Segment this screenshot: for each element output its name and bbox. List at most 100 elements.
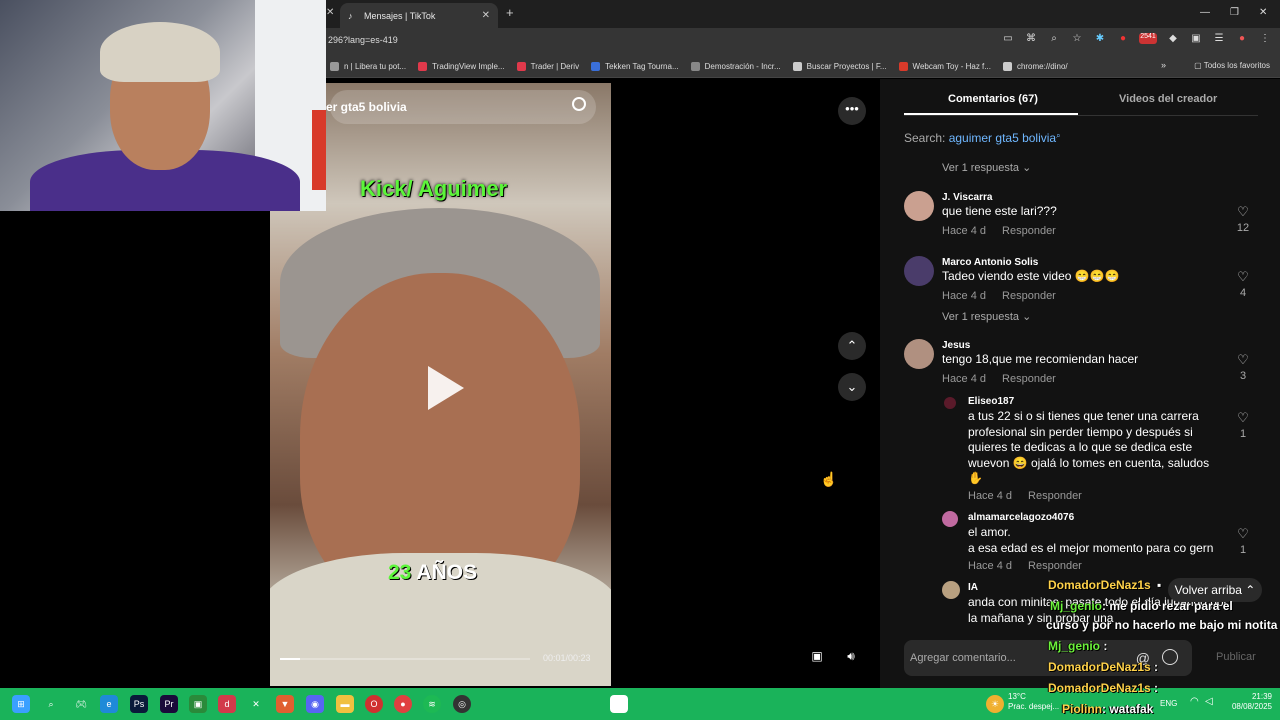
comments-list: Ver 1 respuesta ⌄ J. Viscarra que tiene … [880,155,1280,625]
progress-bar[interactable] [280,658,530,660]
extension-diamond-icon[interactable]: ◆ [1166,33,1180,44]
reply-button[interactable]: Responder [1002,373,1056,385]
volume-button[interactable]: 🔊︎ [840,645,862,667]
like-button[interactable]: ♡ 3 [1234,351,1252,382]
new-tab-button[interactable]: + [506,5,514,20]
video-search-query: er gta5 bolivia [326,100,407,114]
pip-button[interactable]: ▣ [806,645,828,667]
photoshop-icon[interactable]: Ps [130,695,148,713]
deriv-icon[interactable]: d [218,695,236,713]
app-icon[interactable] [610,695,628,713]
comment-username[interactable]: IA [968,582,978,593]
comment-username[interactable]: Eliseo187 [968,396,1014,407]
bookmark-item[interactable]: chrome://dino/ [1002,62,1068,71]
obs-icon[interactable]: ◎ [453,695,471,713]
bookmark-item[interactable]: n | Libera tu pot... [330,62,406,71]
avatar[interactable] [942,511,958,527]
bookmarks-overflow-icon[interactable]: » [1161,60,1166,70]
view-replies-link[interactable]: Ver 1 respuesta ⌄ [942,310,1031,323]
menu-icon[interactable]: ⋮ [1258,33,1272,44]
related-search[interactable]: Search: aguimer gta5 bolivia⌕ [904,131,1061,145]
search-icon[interactable] [572,97,586,111]
minimize-button[interactable]: — [1200,7,1210,18]
next-video-button[interactable]: ⌄ [838,373,866,401]
star-icon[interactable]: ☆ [1070,33,1084,44]
close-tab-icon[interactable]: ✕ [482,10,490,21]
chat-user: Mj_genio [1050,599,1103,613]
all-bookmarks-button[interactable]: ▢ Todos los favoritos [1194,61,1270,70]
search-keyword[interactable]: aguimer gta5 bolivia [949,131,1056,145]
bookmark-item[interactable]: Trader | Deriv [516,62,579,71]
comment-username[interactable]: Jesus [942,340,970,351]
reply-button[interactable]: Responder [1002,225,1056,237]
extension-badge[interactable]: 2541 [1139,33,1157,44]
comment-username[interactable]: J. Viscarra [942,192,992,203]
like-button[interactable]: ♡ 4 [1234,268,1252,299]
bookmark-item[interactable]: Demostración - Incr... [690,62,781,71]
bookmark-item[interactable]: TradingView Imple... [418,62,505,71]
url-field[interactable]: 296?lang=es-419 [328,35,398,45]
premiere-icon[interactable]: Pr [160,695,178,713]
close-window-button[interactable]: ✕ [1259,7,1267,18]
bookmark-label: chrome://dino/ [1016,62,1068,71]
opera-icon[interactable]: O [365,695,383,713]
comment-username[interactable]: Marco Antonio Solis [942,257,1038,268]
tab-creator-videos[interactable]: Videos del creador [1119,93,1217,105]
chat-user: Mj_genio [1048,639,1101,653]
play-icon[interactable] [428,366,464,410]
reply-button[interactable]: Responder [1028,490,1082,502]
store-icon[interactable]: ▣ [189,695,207,713]
comment-meta: Hace 4 d Responder [968,560,1082,572]
like-button[interactable]: ♡ 1 [1234,525,1252,556]
bookmark-item[interactable]: Webcam Toy - Haz f... [898,62,991,71]
extension-red-icon[interactable]: ● [1116,33,1130,44]
gamepad-icon[interactable]: 🎮︎ [72,695,90,713]
video-search-bar[interactable]: er gta5 bolivia [326,90,596,124]
extension-icon[interactable]: ✱ [1093,33,1107,44]
profile-avatar[interactable]: ● [1235,33,1249,44]
zoom-icon[interactable]: ⌕ [1047,33,1061,44]
edge-icon[interactable]: e [100,695,118,713]
translate-icon[interactable]: ⌘ [1024,33,1038,44]
avatar[interactable] [904,256,934,286]
previous-video-button[interactable]: ⌃ [838,332,866,360]
bookmark-label: Buscar Proyectos | F... [806,62,887,71]
reply-button[interactable]: Responder [1028,560,1082,572]
chat-text: : [1154,660,1159,674]
search-icon[interactable]: ⌕ [42,695,60,713]
weather-icon[interactable]: ☀ [986,695,1004,713]
capcut-icon[interactable]: ✕ [247,695,265,713]
bookmark-item[interactable]: Buscar Proyectos | F... [792,62,887,71]
reply-button[interactable]: Responder [1002,290,1056,302]
windows-start-icon[interactable]: ⊞ [12,695,30,713]
heart-icon: ♡ [1237,410,1249,425]
tab-comments[interactable]: Comentarios (67) [948,93,1038,105]
avatar[interactable] [942,581,960,599]
spotify-icon[interactable]: ≋ [423,695,441,713]
active-tab-underline [904,113,1078,115]
restore-button[interactable]: ❐ [1230,7,1239,18]
like-count: 4 [1239,287,1247,299]
sidebar-icon[interactable]: ☰ [1212,33,1226,44]
avatar[interactable] [944,397,956,409]
folder-icon[interactable]: ▬ [336,695,354,713]
puzzle-icon[interactable]: ▣ [1189,33,1203,44]
like-button[interactable]: ♡ 1 [1234,409,1252,440]
bookmark-item[interactable]: Tekken Tag Tourna... [591,62,679,71]
avatar[interactable] [904,339,934,369]
more-options-button[interactable]: ••• [838,97,866,125]
stream-chat-overlay: DomadorDeNaz1s ▪ Mj_genio: me pidio reza… [1040,576,1280,716]
cast-icon[interactable]: ▭ [1001,33,1015,44]
browser-tab-tiktok[interactable]: ♪ Mensajes | TikTok ✕ [340,3,498,28]
chrome-icon[interactable]: ● [394,695,412,713]
like-button[interactable]: ♡ 12 [1234,203,1252,234]
chat-text: : watafak [1102,702,1154,716]
brave-icon[interactable]: ▼ [276,695,294,713]
comment-time: Hace 4 d [968,490,1013,502]
search-keyword-icon: ⌕ [1056,131,1061,140]
comment-username[interactable]: almamarcelagozo4076 [968,512,1074,523]
discord-icon[interactable]: ◉ [306,695,324,713]
view-replies-link[interactable]: Ver 1 respuesta ⌄ [942,161,1031,174]
avatar[interactable] [904,191,934,221]
close-tab-icon[interactable]: ✕ [326,7,334,18]
